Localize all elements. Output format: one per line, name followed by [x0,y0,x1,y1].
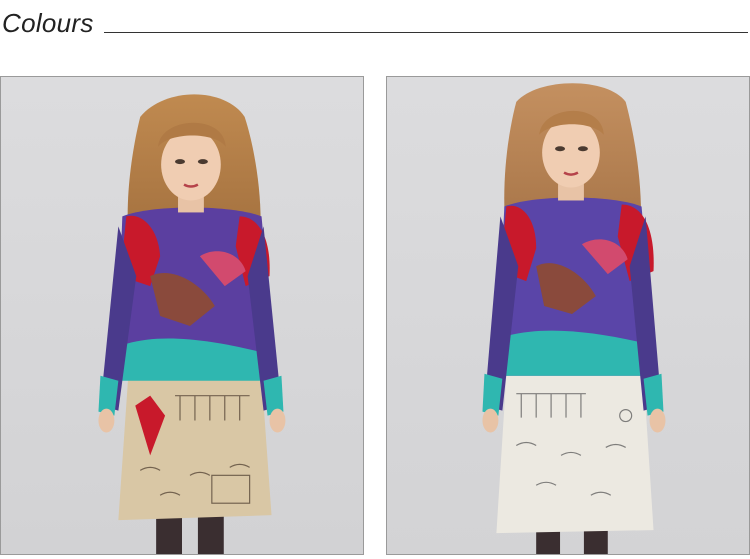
model-illustration [387,77,749,554]
product-photo-white[interactable] [386,76,750,555]
title-divider [104,32,748,33]
section-header: Colours [0,0,750,50]
section-title: Colours [2,8,94,38]
model-illustration [1,77,363,554]
product-photo-beige[interactable] [0,76,364,555]
